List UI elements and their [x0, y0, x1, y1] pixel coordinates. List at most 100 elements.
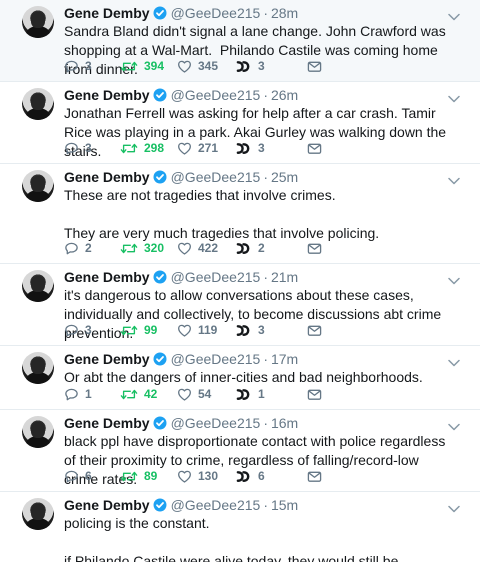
reply-count: 1 [85, 387, 92, 401]
chevron-down-icon[interactable] [448, 418, 460, 431]
moments-button[interactable]: 3 [235, 140, 265, 156]
chevron-down-icon[interactable] [448, 500, 460, 513]
author-name[interactable]: Gene Demby [64, 87, 150, 103]
avatar[interactable] [22, 6, 54, 38]
tweet-text: Or abt the dangers of inner-cities and b… [64, 369, 423, 385]
tweet[interactable]: Gene Demby @GeeDee215 · 17m Or abt the dange… [0, 346, 480, 410]
like-icon [177, 141, 192, 156]
tweet[interactable]: Gene Demby @GeeDee215 · 25m These are not tr… [0, 164, 480, 264]
reply-icon [64, 323, 79, 338]
tweet[interactable]: Gene Demby @GeeDee215 · 16m black ppl have d… [0, 410, 480, 492]
retweet-count: 298 [144, 141, 165, 155]
verified-badge-icon [153, 170, 167, 184]
tweet-timestamp[interactable]: 26m [271, 87, 298, 103]
avatar[interactable] [22, 88, 54, 120]
retweet-button[interactable]: 89 [120, 468, 157, 484]
direct-message-button[interactable] [307, 322, 322, 338]
avatar[interactable] [22, 416, 54, 448]
author-handle[interactable]: @GeeDee215 [171, 497, 261, 513]
moments-button[interactable]: 2 [235, 240, 265, 256]
author-handle[interactable]: @GeeDee215 [171, 415, 261, 431]
avatar[interactable] [22, 270, 54, 302]
retweet-button[interactable]: 394 [120, 58, 164, 74]
author-name[interactable]: Gene Demby [64, 497, 150, 513]
reply-button[interactable]: 3 [64, 58, 92, 74]
like-button[interactable]: 345 [177, 58, 218, 74]
tweet-timestamp[interactable]: 25m [271, 169, 298, 185]
retweet-button[interactable]: 42 [120, 386, 157, 402]
author-name[interactable]: Gene Demby [64, 169, 150, 185]
retweet-count: 320 [144, 241, 165, 255]
avatar[interactable] [22, 498, 54, 530]
reply-button[interactable]: 1 [64, 386, 92, 402]
direct-message-button[interactable] [307, 386, 322, 402]
verified-badge-icon [153, 498, 167, 512]
direct-message-button[interactable] [307, 240, 322, 256]
tweet-timestamp[interactable]: 17m [271, 351, 298, 367]
author-handle[interactable]: @GeeDee215 [171, 87, 261, 103]
tweet[interactable]: Gene Demby @GeeDee215 · 28m Sandra Bland did… [0, 0, 480, 82]
like-button[interactable]: 54 [177, 386, 211, 402]
tweet-timestamp[interactable]: 16m [271, 415, 298, 431]
chevron-down-icon[interactable] [448, 172, 460, 185]
like-count: 345 [198, 59, 219, 73]
separator-dot: · [263, 87, 268, 103]
tweet-timestamp[interactable]: 15m [271, 497, 298, 513]
reply-icon [64, 387, 79, 402]
moments-button[interactable]: 3 [235, 58, 265, 74]
moments-count: 3 [258, 323, 265, 337]
retweet-icon [120, 59, 138, 74]
retweet-icon [120, 141, 138, 156]
moments-button[interactable]: 6 [235, 468, 265, 484]
like-button[interactable]: 130 [177, 468, 218, 484]
moments-button[interactable]: 3 [235, 322, 265, 338]
reply-button[interactable]: 3 [64, 322, 92, 338]
chevron-down-icon[interactable] [448, 354, 460, 367]
separator-dot: · [263, 497, 268, 513]
chevron-down-icon[interactable] [448, 272, 460, 285]
direct-message-button[interactable] [307, 468, 322, 484]
tweet[interactable]: Gene Demby @GeeDee215 · 26m Jonathan Ferrell… [0, 82, 480, 164]
author-handle[interactable]: @GeeDee215 [171, 351, 261, 367]
retweet-button[interactable]: 298 [120, 140, 164, 156]
verified-badge-icon [153, 270, 167, 284]
like-button[interactable]: 119 [177, 322, 217, 338]
avatar[interactable] [22, 170, 54, 202]
direct-message-button[interactable] [307, 58, 322, 74]
author-handle[interactable]: @GeeDee215 [171, 169, 261, 185]
retweet-count: 394 [144, 59, 165, 73]
tweet-timestamp[interactable]: 28m [271, 5, 298, 21]
author-name[interactable]: Gene Demby [64, 351, 150, 367]
retweet-button[interactable]: 99 [120, 322, 157, 338]
reply-button[interactable]: 2 [64, 240, 92, 256]
moments-icon [235, 323, 252, 338]
tweet-header: Gene Demby @GeeDee215 · 26m [64, 86, 298, 104]
moments-icon [235, 241, 252, 256]
moments-button[interactable]: 1 [235, 386, 265, 402]
author-name[interactable]: Gene Demby [64, 415, 150, 431]
like-icon [177, 241, 192, 256]
tweet-timestamp[interactable]: 21m [271, 269, 298, 285]
chevron-down-icon[interactable] [448, 8, 460, 21]
author-name[interactable]: Gene Demby [64, 269, 150, 285]
separator-dot: · [263, 5, 268, 21]
tweet[interactable]: Gene Demby @GeeDee215 · 15m policing is the … [0, 492, 480, 562]
reply-button[interactable]: 3 [64, 140, 92, 156]
avatar[interactable] [22, 352, 54, 384]
retweet-button[interactable]: 320 [120, 240, 164, 256]
direct-message-icon [307, 241, 322, 256]
tweet[interactable]: Gene Demby @GeeDee215 · 21m it's dangerous t… [0, 264, 480, 346]
like-icon [177, 59, 192, 74]
author-handle[interactable]: @GeeDee215 [171, 5, 261, 21]
moments-count: 2 [258, 241, 265, 255]
chevron-down-icon[interactable] [448, 90, 460, 103]
tweet-header: Gene Demby @GeeDee215 · 28m [64, 4, 298, 22]
author-name[interactable]: Gene Demby [64, 5, 150, 21]
direct-message-icon [307, 469, 322, 484]
author-handle[interactable]: @GeeDee215 [171, 269, 261, 285]
reply-button[interactable]: 6 [64, 468, 92, 484]
reply-count: 6 [85, 469, 92, 483]
like-button[interactable]: 422 [177, 240, 218, 256]
direct-message-button[interactable] [307, 140, 322, 156]
like-button[interactable]: 271 [177, 140, 218, 156]
